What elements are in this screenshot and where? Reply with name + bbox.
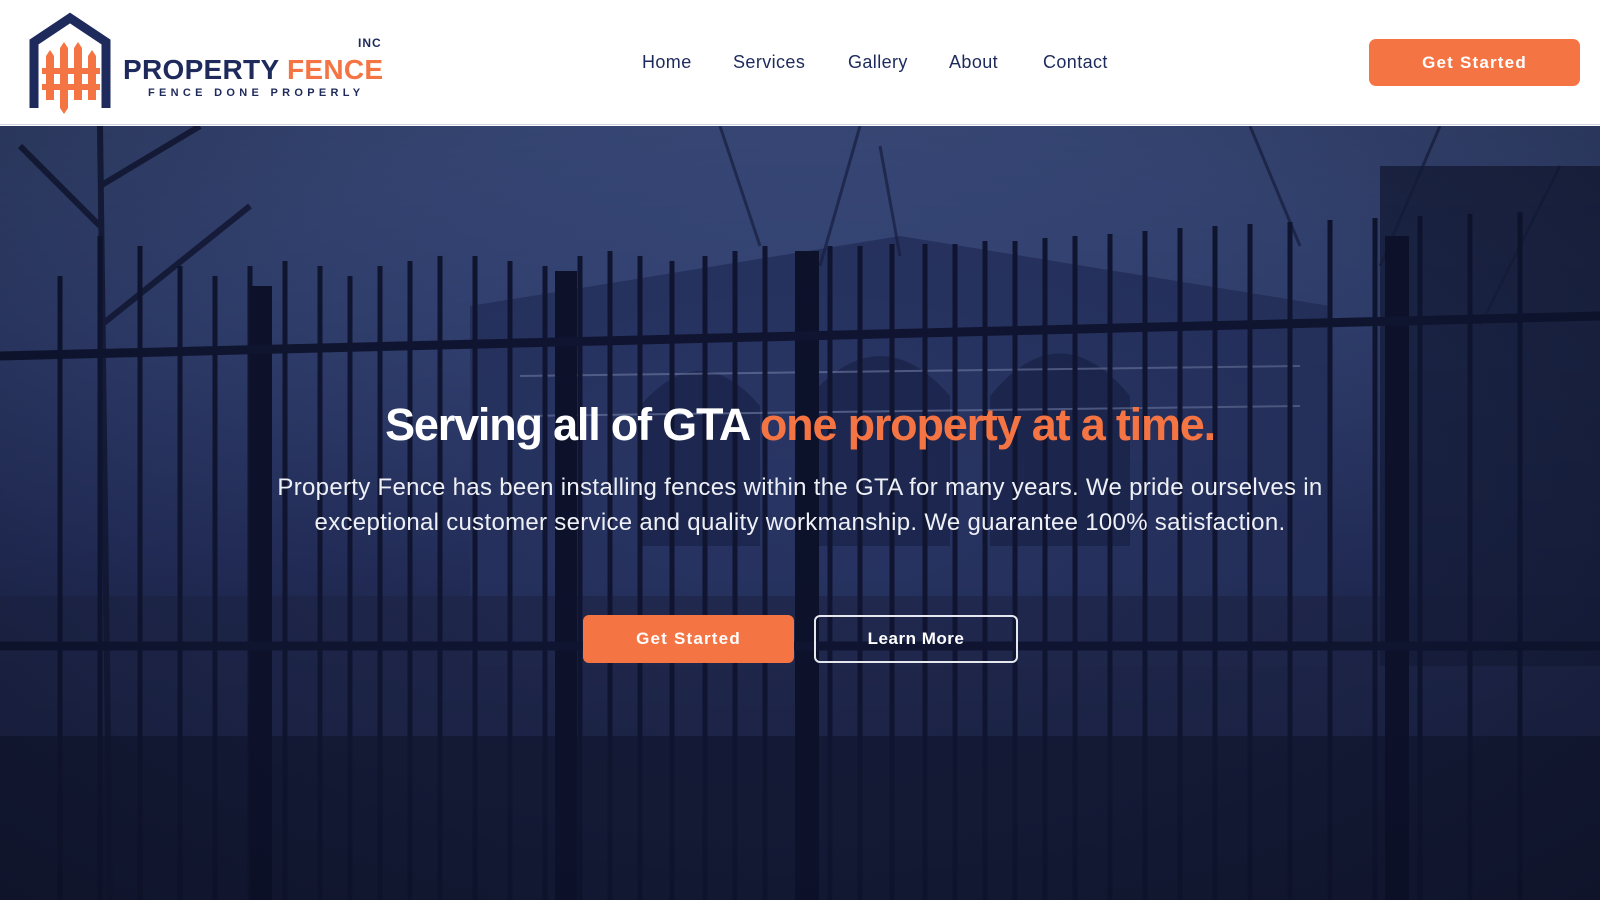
nav-services[interactable]: Services	[733, 51, 805, 73]
hero-description: Property Fence has been installing fence…	[277, 474, 1323, 536]
nav-home[interactable]: Home	[642, 51, 692, 73]
hero-learn-more-button[interactable]: Learn More	[814, 615, 1018, 663]
fence-house-logo-icon	[29, 12, 111, 114]
header-get-started-button[interactable]: Get Started	[1369, 39, 1580, 86]
nav-gallery[interactable]: Gallery	[848, 51, 908, 73]
hero-title-main: Serving all of GTA	[385, 399, 750, 450]
nav-contact[interactable]: Contact	[1043, 51, 1108, 73]
nav-about[interactable]: About	[949, 51, 998, 73]
brand-suffix: INC	[358, 36, 382, 50]
brand-name-part2: FENCE	[287, 54, 384, 85]
hero-title: Serving all of GTA one property at a tim…	[0, 398, 1600, 452]
site-header: INC PROPERTY FENCE FENCE DONE PROPERLY H…	[0, 0, 1600, 125]
brand-tagline: FENCE DONE PROPERLY	[148, 87, 365, 99]
hero-title-accent: one property at a time.	[759, 399, 1216, 450]
brand-logo[interactable]: INC PROPERTY FENCE FENCE DONE PROPERLY	[28, 12, 388, 114]
brand-name-part1: PROPERTY	[123, 54, 279, 85]
hero-get-started-button[interactable]: Get Started	[583, 615, 794, 663]
brand-name: PROPERTY FENCE	[123, 56, 383, 84]
hero-section: Serving all of GTA one property at a tim…	[0, 126, 1600, 900]
